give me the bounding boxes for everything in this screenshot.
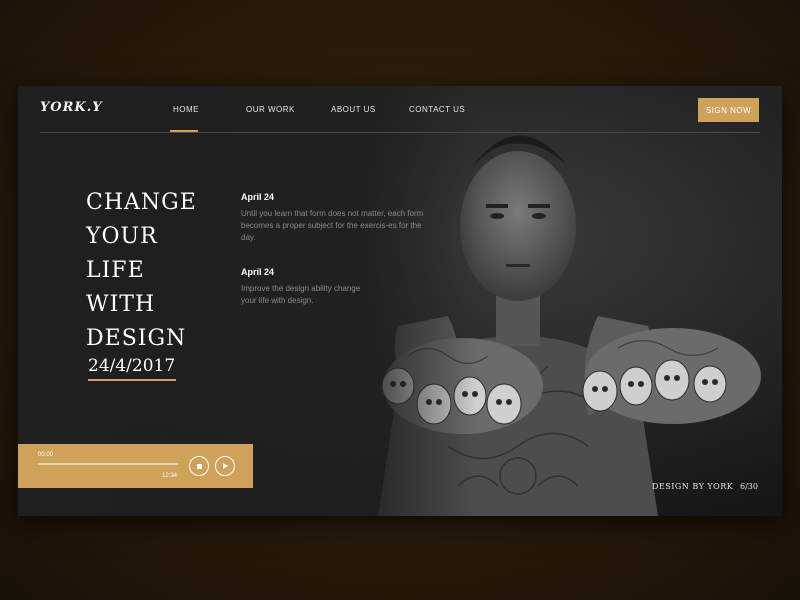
note-date: April 24: [241, 267, 275, 277]
headline-line: WITH: [86, 292, 156, 317]
design-credit: DESIGN BY YORK: [652, 482, 734, 491]
player-current-time: 00:00: [38, 452, 54, 458]
page-indicator: 6/30: [740, 482, 758, 491]
audio-player: 00:00 12:34: [18, 444, 253, 488]
note-text: Until you learn that form does not matte…: [241, 209, 424, 242]
nav-item-about-us[interactable]: ABOUT US: [331, 105, 376, 114]
note-item: April 24 Improve the design ability chan…: [241, 267, 371, 307]
hero-headline: CHANGE YOUR LIFE WITH DESIGN: [86, 186, 246, 356]
nav-item-our-work[interactable]: OUR WORK: [246, 105, 295, 114]
brand-logo[interactable]: YORK.Y: [40, 100, 103, 115]
player-duration: 12:34: [162, 473, 178, 479]
sign-now-button[interactable]: SIGN NOW: [698, 98, 759, 122]
note-item: April 24 Until you learn that form does …: [241, 192, 431, 244]
note-text: Improve the design ability change your l…: [241, 284, 361, 305]
stop-button[interactable]: [189, 456, 209, 476]
headline-line: DESIGN: [86, 326, 187, 351]
hero-card: YORK.Y HOME OUR WORK ABOUT US CONTACT US…: [18, 86, 782, 516]
nav-item-contact-us[interactable]: CONTACT US: [409, 105, 465, 114]
note-date: April 24: [241, 192, 275, 202]
headline-line: YOUR: [86, 224, 158, 249]
headline-line: LIFE: [86, 258, 145, 283]
player-progress-bar[interactable]: [38, 463, 178, 465]
hero-date-underline: [88, 379, 176, 381]
headline-line: CHANGE: [86, 190, 197, 215]
top-navigation: YORK.Y HOME OUR WORK ABOUT US CONTACT US…: [18, 86, 782, 134]
nav-item-home[interactable]: HOME: [173, 105, 199, 114]
hero-date: 24/4/2017: [88, 356, 176, 376]
play-button[interactable]: [215, 456, 235, 476]
play-icon: [223, 463, 228, 469]
nav-divider: [40, 132, 760, 133]
stop-icon: [196, 463, 202, 469]
